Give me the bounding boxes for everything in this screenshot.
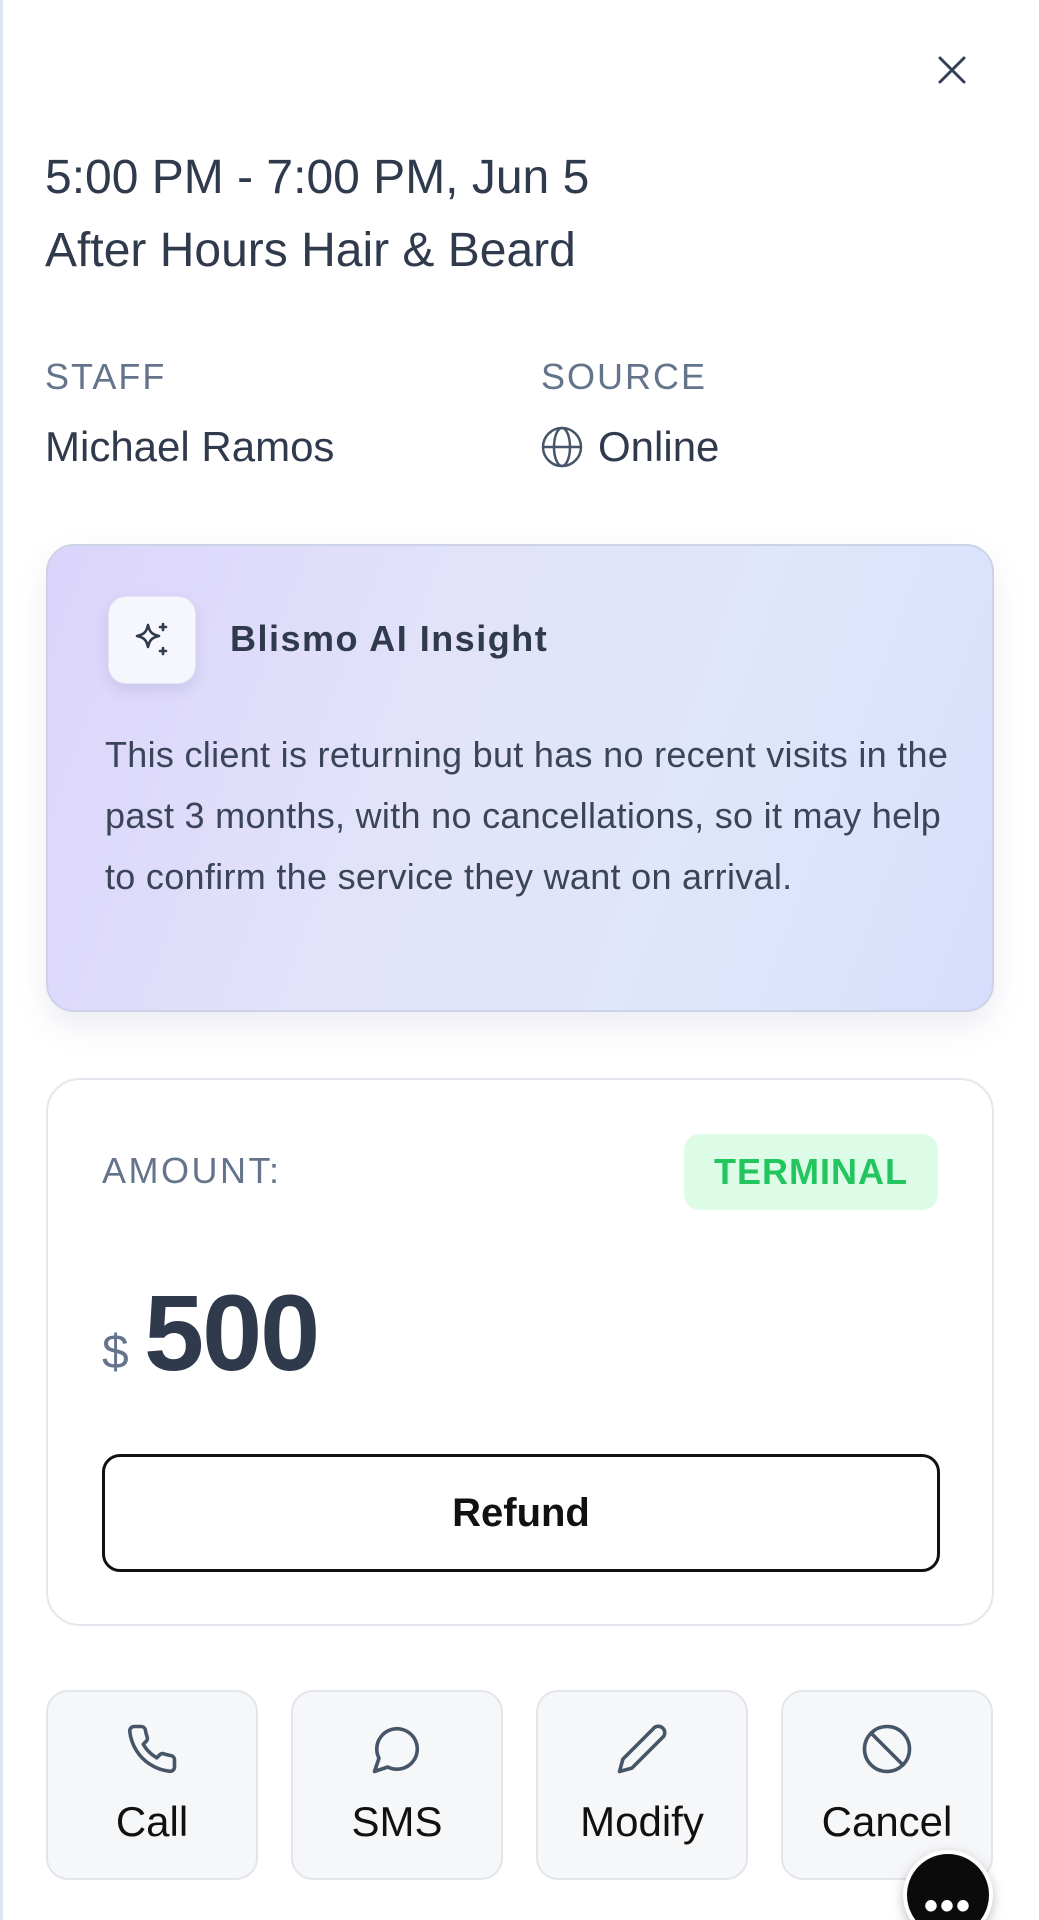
service-name: After Hours Hair & Beard (45, 224, 576, 277)
chat-bubble-icon (372, 1726, 420, 1774)
payment-card: AMOUNT: TERMINAL $ 500 Refund (46, 1078, 994, 1626)
staff-value: Michael Ramos (45, 423, 334, 471)
refund-button[interactable]: Refund (102, 1454, 940, 1572)
ai-insight-card: Blismo AI Insight This client is returni… (46, 544, 994, 1012)
globe-icon (541, 426, 583, 468)
insight-title: Blismo AI Insight (230, 618, 549, 659)
call-button[interactable]: Call (46, 1690, 258, 1880)
payment-method-badge: TERMINAL (684, 1134, 938, 1210)
sms-button[interactable]: SMS (291, 1690, 503, 1880)
amount-value: 500 (144, 1272, 320, 1393)
source-value: Online (540, 423, 719, 471)
insight-icon-box (108, 596, 196, 684)
appointment-time: 5:00 PM - 7:00 PM, Jun 5 (45, 151, 590, 204)
source-label: SOURCE (541, 356, 708, 397)
ban-icon (862, 1724, 912, 1774)
insight-text: This client is returning but has no rece… (105, 734, 949, 897)
pencil-icon (617, 1724, 667, 1774)
cancel-label: Cancel (821, 1798, 953, 1845)
modify-label: Modify (580, 1798, 704, 1845)
staff-label: STAFF (45, 356, 167, 397)
sparkle-icon (135, 622, 168, 656)
phone-icon (127, 1724, 177, 1774)
panel-edge (0, 0, 3, 1920)
staff-name: Michael Ramos (45, 423, 335, 470)
sms-label: SMS (351, 1798, 443, 1845)
modify-button[interactable]: Modify (536, 1690, 748, 1880)
close-button[interactable] (922, 40, 982, 100)
source-text: Online (598, 423, 720, 470)
appointment-details-panel: 5:00 PM - 7:00 PM, Jun 5 After Hours Hai… (0, 0, 1039, 1920)
call-label: Call (115, 1798, 189, 1845)
more-icon: ••• (923, 1884, 972, 1920)
currency-symbol: $ (102, 1326, 129, 1379)
close-icon (938, 56, 966, 84)
amount-label: AMOUNT: (102, 1150, 282, 1191)
